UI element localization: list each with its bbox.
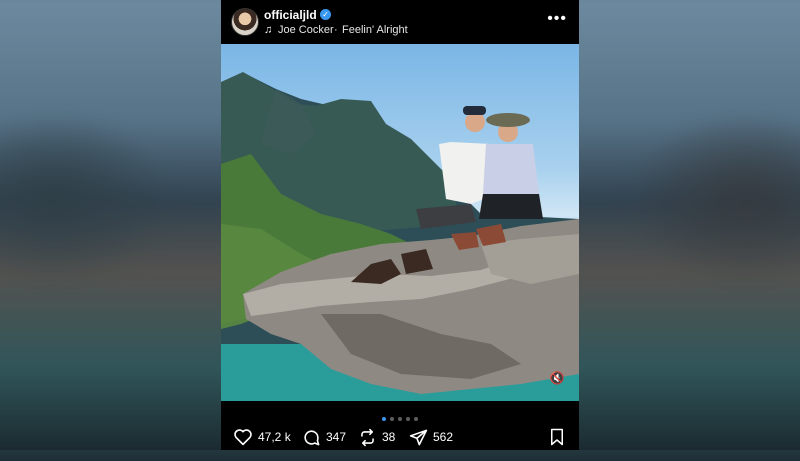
verified-badge-icon: ✓ [320,9,331,20]
comment-button[interactable]: 347 [302,427,346,447]
repost-icon [361,428,374,446]
repost-button[interactable]: 38 [358,427,395,447]
mountain-scene [221,72,579,401]
username[interactable]: officialjld [264,8,317,22]
post-header: officialjld ✓ ♫ Joe Cocker · Feelin' Alr… [221,0,579,44]
music-song[interactable]: Feelin' Alright [342,24,408,36]
comment-count: 347 [326,430,347,444]
more-options-icon[interactable]: ••• [547,10,567,28]
carousel-dot [414,417,418,421]
carousel-dot [406,417,410,421]
like-button[interactable]: 47,2 k [233,427,291,447]
carousel-dot [382,417,386,421]
send-icon [409,429,428,445]
action-bar: 47,2 k 347 38 562 [221,424,579,450]
like-count: 47,2 k [258,430,291,444]
post-card: officialjld ✓ ♫ Joe Cocker · Feelin' Alr… [221,0,579,450]
heart-icon [234,429,252,446]
post-image[interactable]: 🔇 [221,44,579,401]
speaker-muted-icon[interactable]: 🔇 [549,370,565,386]
music-note-icon: ♫ [264,24,273,36]
carousel-indicator [221,408,579,421]
save-button[interactable] [549,427,565,447]
carousel-dot [390,417,394,421]
comment-icon [304,429,320,445]
repost-count: 38 [382,430,396,444]
music-separator: · [334,24,338,36]
avatar[interactable] [231,8,259,36]
bookmark-icon [551,428,563,446]
share-button[interactable]: 562 [409,427,453,447]
carousel-dot [398,417,402,421]
share-count: 562 [433,430,454,444]
music-artist[interactable]: Joe Cocker [278,24,334,36]
